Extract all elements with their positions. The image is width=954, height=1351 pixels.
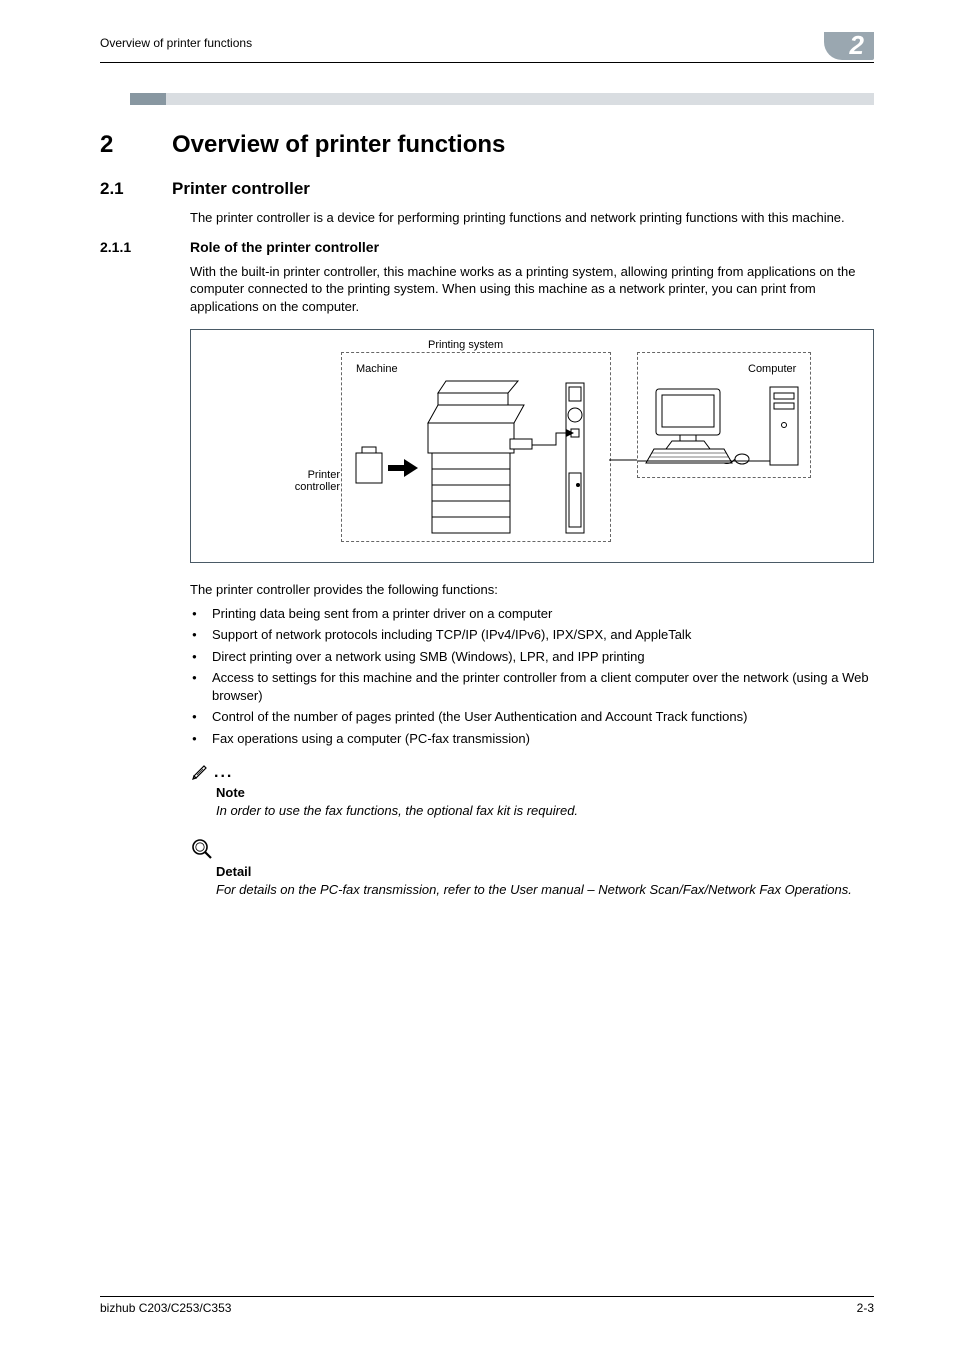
printing-system-group: Printing system Machine Printer controll…: [341, 352, 611, 542]
chapter-number-badge: 2: [824, 32, 874, 60]
footer-product: bizhub C203/C253/C353: [100, 1301, 231, 1315]
subsection-title-text: Role of the printer controller: [190, 239, 379, 255]
section-title: 2.1Printer controller: [100, 179, 874, 199]
section-title-text: Printer controller: [172, 179, 310, 198]
list-item: Fax operations using a computer (PC-fax …: [190, 730, 874, 748]
system-diagram: Printing system Machine Printer controll…: [190, 329, 874, 563]
section-intro: The printer controller is a device for p…: [190, 209, 874, 227]
functions-intro: The printer controller provides the foll…: [190, 581, 874, 599]
list-item: Printing data being sent from a printer …: [190, 605, 874, 623]
page-footer: bizhub C203/C253/C353 2-3: [100, 1296, 874, 1315]
computer-drawing: [638, 353, 812, 479]
printing-system-label: Printing system: [428, 339, 503, 351]
detail-block: Detail For details on the PC-fax transmi…: [190, 837, 874, 899]
chapter-title-text: Overview of printer functions: [172, 131, 505, 158]
subsection-title: 2.1.1Role of the printer controller: [100, 239, 874, 255]
section-number: 2.1: [100, 179, 172, 199]
note-heading: Note: [216, 785, 874, 800]
subsection-number: 2.1.1: [100, 239, 190, 255]
machine-drawing: [342, 353, 612, 543]
printer-controller-label: Printer controller: [262, 469, 340, 493]
function-list: Printing data being sent from a printer …: [190, 605, 874, 748]
accent-bar: [130, 93, 874, 105]
note-block: ... Note In order to use the fax functio…: [190, 762, 874, 820]
list-item: Direct printing over a network using SMB…: [190, 648, 874, 666]
chapter-title: 2Overview of printer functions: [100, 131, 874, 159]
detail-text: For details on the PC-fax transmission, …: [216, 881, 874, 899]
footer-page-number: 2-3: [857, 1301, 874, 1315]
note-text: In order to use the fax functions, the o…: [216, 802, 874, 820]
note-icon: [190, 762, 210, 785]
detail-heading: Detail: [216, 864, 874, 879]
computer-group: Computer: [637, 352, 811, 478]
list-item: Support of network protocols including T…: [190, 626, 874, 644]
page-header: Overview of printer functions 2: [100, 32, 874, 63]
chapter-number: 2: [100, 131, 172, 159]
subsection-intro: With the built-in printer controller, th…: [190, 263, 874, 316]
list-item: Control of the number of pages printed (…: [190, 708, 874, 726]
list-item: Access to settings for this machine and …: [190, 669, 874, 704]
running-head: Overview of printer functions: [100, 32, 252, 50]
ellipsis-icon: ...: [214, 764, 233, 782]
magnifier-icon: [190, 837, 214, 864]
